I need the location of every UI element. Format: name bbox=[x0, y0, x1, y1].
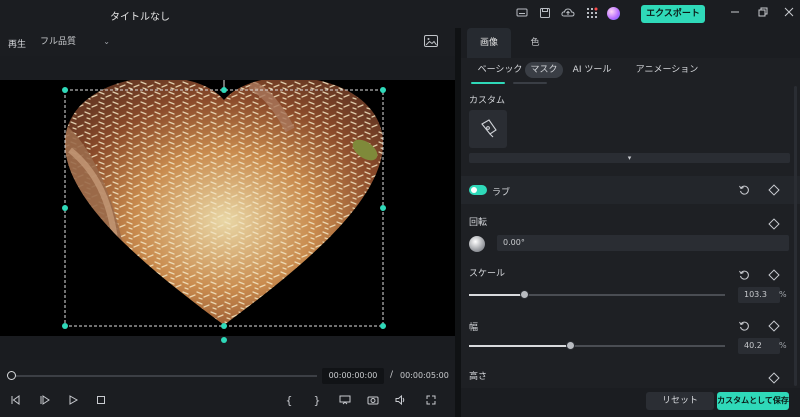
player-toolbar: 再生 フル品質 ⌄ bbox=[0, 28, 455, 56]
time-separator: / bbox=[390, 370, 394, 380]
reset-button[interactable]: リセット bbox=[646, 392, 714, 410]
tab-animation[interactable]: アニメーション bbox=[621, 62, 713, 78]
scale-input[interactable]: 103.3 bbox=[738, 287, 780, 303]
width-input[interactable]: 40.2 bbox=[738, 338, 780, 354]
mask-name: ラブ bbox=[492, 188, 511, 198]
rotation-input[interactable]: 0.00° bbox=[497, 235, 789, 251]
scroll-hint bbox=[513, 82, 547, 84]
step-forward-icon[interactable] bbox=[38, 394, 52, 408]
title-bar: タイトルなし エクスポート ⌄ bbox=[0, 0, 800, 36]
stop-icon[interactable] bbox=[94, 394, 108, 408]
prev-frame-icon[interactable] bbox=[8, 394, 22, 408]
preview-viewer bbox=[0, 56, 455, 360]
playhead[interactable] bbox=[7, 371, 16, 380]
playback-label: 再生 bbox=[8, 40, 27, 50]
camera-icon[interactable] bbox=[366, 394, 380, 408]
close-icon[interactable] bbox=[782, 6, 796, 20]
anchor-handle[interactable] bbox=[221, 337, 227, 343]
tab-ai-tools[interactable]: AI ツール bbox=[569, 62, 615, 78]
scale-unit: % bbox=[779, 290, 787, 299]
play-icon[interactable] bbox=[66, 394, 80, 408]
snapshot-icon[interactable] bbox=[424, 35, 438, 47]
rotation-dial[interactable] bbox=[469, 236, 485, 252]
main-tabs: 画像 色 bbox=[461, 28, 800, 58]
height-label: 高さ bbox=[469, 372, 488, 382]
tab-basic[interactable]: ベーシック bbox=[469, 62, 531, 78]
width-slider-knob[interactable] bbox=[566, 341, 575, 350]
pen-icon bbox=[481, 119, 497, 138]
keyframe-icon[interactable] bbox=[768, 218, 780, 230]
apps-grid-icon[interactable] bbox=[585, 7, 599, 21]
restore-icon[interactable] bbox=[756, 6, 770, 20]
scale-label: スケール bbox=[469, 269, 506, 279]
width-slider-fill bbox=[469, 345, 571, 347]
keyframe-icon[interactable] bbox=[768, 269, 780, 281]
reset-icon[interactable] bbox=[738, 320, 750, 332]
avatar[interactable] bbox=[607, 7, 620, 20]
save-icon[interactable] bbox=[538, 7, 552, 21]
export-label: エクスポート bbox=[646, 9, 700, 19]
cloud-icon[interactable] bbox=[561, 7, 575, 21]
tab-image[interactable]: 画像 bbox=[467, 28, 511, 58]
mark-out-icon[interactable]: } bbox=[310, 394, 324, 408]
monitor-icon[interactable] bbox=[515, 7, 529, 21]
properties-panel: 画像 色 ベーシック マスク AI ツール アニメーション カスタム ▾ ラブ … bbox=[461, 28, 800, 417]
panel-scrollbar[interactable] bbox=[794, 86, 797, 386]
toggle-knob bbox=[471, 187, 477, 193]
minimize-icon[interactable] bbox=[728, 6, 742, 20]
custom-section-label: カスタム bbox=[469, 96, 506, 106]
volume-icon[interactable] bbox=[394, 394, 408, 408]
chevron-down-icon: ⌄ bbox=[103, 37, 110, 46]
tab-color[interactable]: 色 bbox=[521, 28, 549, 58]
width-unit: % bbox=[779, 341, 787, 350]
custom-mask-tile[interactable] bbox=[469, 110, 507, 148]
width-label: 幅 bbox=[469, 323, 479, 333]
scale-slider-fill bbox=[469, 294, 525, 296]
keyframe-icon[interactable] bbox=[768, 320, 780, 332]
chevron-down-icon: ▾ bbox=[627, 154, 632, 162]
masked-video-frame bbox=[64, 80, 384, 326]
total-time: 00:00:05:00 bbox=[400, 371, 449, 380]
display-icon[interactable] bbox=[338, 394, 352, 408]
save-as-custom-button[interactable]: カスタムとして保存 bbox=[717, 392, 789, 410]
transport-bar: 00:00:00:00 / 00:00:05:00 { } bbox=[0, 360, 455, 417]
fullscreen-icon[interactable] bbox=[424, 394, 438, 408]
keyframe-icon[interactable] bbox=[768, 372, 780, 384]
preview-canvas[interactable] bbox=[0, 80, 455, 336]
export-button[interactable]: エクスポート ⌄ bbox=[641, 5, 705, 36]
rotation-label: 回転 bbox=[469, 218, 488, 228]
reset-icon[interactable] bbox=[738, 184, 750, 196]
reset-icon[interactable] bbox=[738, 269, 750, 281]
mark-in-icon[interactable]: { bbox=[282, 394, 296, 408]
scale-slider-knob[interactable] bbox=[520, 290, 529, 299]
tab-mask[interactable]: マスク bbox=[525, 62, 563, 78]
quality-select[interactable]: フル品質 ⌄ bbox=[34, 33, 114, 51]
sub-tab-indicator bbox=[471, 82, 505, 84]
current-time[interactable]: 00:00:00:00 bbox=[322, 368, 384, 384]
expand-toggle[interactable]: ▾ bbox=[469, 153, 790, 163]
quality-value: フル品質 bbox=[40, 37, 77, 47]
project-title: タイトルなし bbox=[110, 12, 170, 23]
scrub-track[interactable] bbox=[12, 375, 317, 377]
